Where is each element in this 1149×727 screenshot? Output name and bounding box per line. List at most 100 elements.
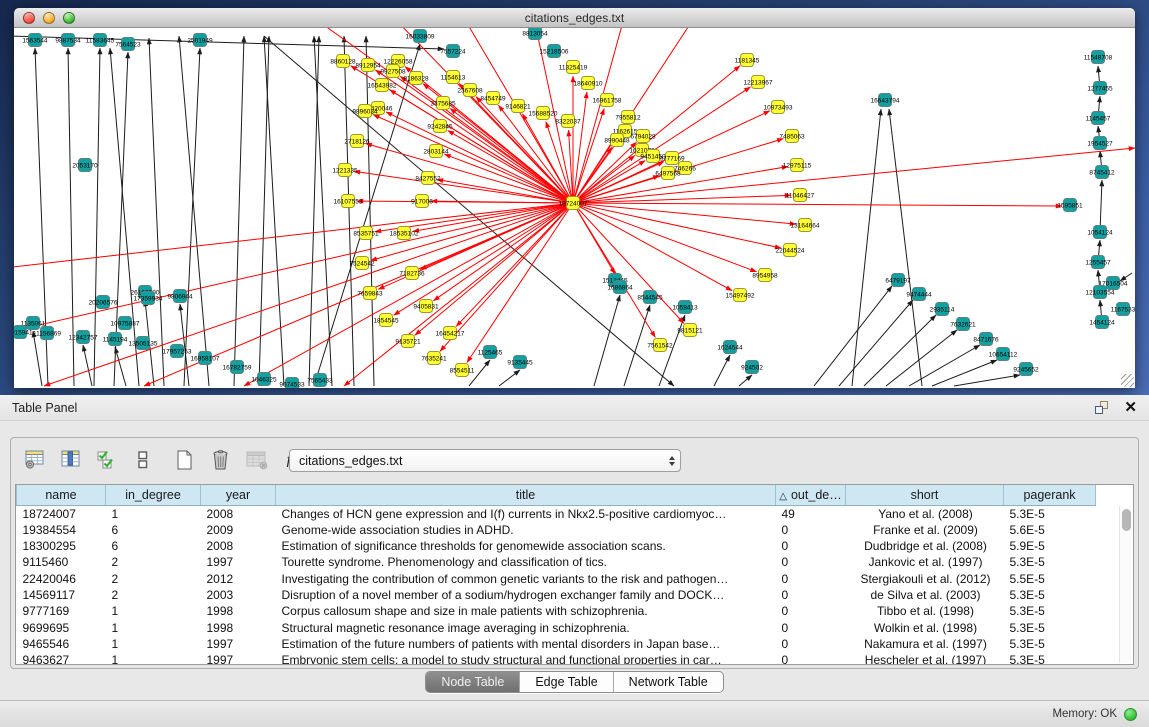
cell-in_degree: 1	[106, 603, 201, 619]
cell-pagerank: 5.3E-5	[1004, 620, 1096, 636]
zoom-window-button[interactable]	[63, 12, 75, 24]
cell-pagerank: 5.3E-5	[1004, 636, 1096, 652]
table-scrollbar-thumb[interactable]	[1122, 509, 1131, 531]
column-header-in_degree[interactable]: in_degree	[106, 485, 201, 505]
svg-text:8954958: 8954958	[752, 273, 778, 280]
table-row[interactable]: 1872400712008Changes of HCN gene express…	[17, 505, 1096, 522]
float-panel-icon[interactable]	[1094, 400, 1110, 416]
sort-ascending-icon: △	[779, 491, 787, 502]
delete-table-button[interactable]	[207, 446, 235, 474]
table-row[interactable]: 969969511998Structural magnetic resonanc…	[17, 620, 1096, 636]
cell-short: Nakamura et al. (1997)	[846, 636, 1004, 652]
svg-text:11583645: 11583645	[86, 38, 115, 45]
svg-text:8813054: 8813054	[522, 31, 548, 38]
network-canvas[interactable]: 8860128891295412226058992750816543982818…	[14, 28, 1135, 388]
close-panel-icon[interactable]: ✕	[1124, 401, 1137, 415]
table-row[interactable]: 911546021997Tourette syndrome. Phenomeno…	[17, 554, 1096, 570]
column-header-out_degree[interactable]: △out_de…	[776, 485, 846, 505]
table-row[interactable]: 1830029562008Estimation of significance …	[17, 538, 1096, 554]
svg-text:1181345: 1181345	[735, 58, 760, 65]
minimize-window-button[interactable]	[43, 12, 55, 24]
cell-in_degree: 1	[106, 620, 201, 636]
cell-out_degree: 0	[776, 554, 846, 570]
cell-title: Embryonic stem cells: a model to study s…	[276, 652, 776, 665]
table-scrollbar[interactable]	[1119, 506, 1132, 663]
svg-text:11325419: 11325419	[559, 65, 588, 72]
svg-text:7182736: 7182736	[399, 271, 425, 278]
svg-text:2501949: 2501949	[187, 38, 213, 45]
cell-out_degree: 0	[776, 571, 846, 587]
show-columns-icon	[60, 449, 82, 471]
cell-year: 2009	[201, 522, 276, 538]
resize-grip[interactable]	[1121, 374, 1134, 387]
cell-short: Jankovic et al. (1997)	[846, 554, 1004, 570]
cell-year: 2008	[201, 538, 276, 554]
network-window-titlebar[interactable]: citations_edges.txt	[14, 8, 1135, 28]
close-window-button[interactable]	[23, 12, 35, 24]
cell-title: Disruption of a novel member of a sodium…	[276, 587, 776, 603]
svg-text:924502: 924502	[741, 365, 763, 372]
table-row[interactable]: 2242004622012Investigating the contribut…	[17, 571, 1096, 587]
table-row[interactable]: 1938455462009Genome-wide association stu…	[17, 522, 1096, 538]
table-row[interactable]: 946362711997Embryonic stem cells: a mode…	[17, 652, 1096, 665]
column-header-year[interactable]: year	[201, 485, 276, 505]
cell-title: Estimation of the future numbers of pati…	[276, 636, 776, 652]
cell-pagerank: 5.3E-5	[1004, 652, 1096, 665]
svg-text:2935114: 2935114	[930, 307, 955, 314]
cell-in_degree: 1	[106, 636, 201, 652]
select-all-button[interactable]	[93, 446, 121, 474]
svg-text:6479197: 6479197	[885, 278, 911, 285]
network-window[interactable]: citations_edges.txt 88601288912954122260…	[14, 8, 1135, 388]
cell-title: Investigating the contribution of common…	[276, 571, 776, 587]
cell-pagerank: 5.3E-5	[1004, 505, 1096, 522]
svg-text:9815121: 9815121	[677, 328, 703, 335]
svg-text:9806944: 9806944	[167, 294, 193, 301]
svg-text:1595851: 1595851	[1057, 203, 1083, 210]
column-header-short[interactable]: short	[846, 485, 1004, 505]
column-header-pagerank[interactable]: pagerank	[1004, 485, 1096, 505]
network-graph[interactable]: 8860128891295412226058992750816543982818…	[14, 28, 1135, 388]
svg-text:22044524: 22044524	[776, 248, 805, 255]
column-header-title[interactable]: title	[276, 485, 776, 505]
delete-column-button[interactable]	[243, 446, 271, 474]
rows-button[interactable]	[129, 446, 157, 474]
show-columns-button[interactable]	[57, 446, 85, 474]
column-header-name[interactable]: name	[17, 485, 106, 505]
svg-text:10654112: 10654112	[989, 352, 1018, 359]
cell-in_degree: 6	[106, 522, 201, 538]
cell-title: Structural magnetic resonance image aver…	[276, 620, 776, 636]
cell-year: 1997	[201, 636, 276, 652]
svg-text:7632621: 7632621	[950, 322, 976, 329]
svg-text:1563544: 1563544	[22, 38, 48, 45]
svg-text:1686864: 1686864	[607, 285, 633, 292]
cell-in_degree: 2	[106, 571, 201, 587]
cell-title: Corpus callosum shape and size in male p…	[276, 603, 776, 619]
svg-text:1125465: 1125465	[478, 350, 503, 357]
cell-year: 1997	[201, 554, 276, 570]
svg-text:13505135: 13505135	[129, 341, 158, 348]
modify-table-button[interactable]	[21, 446, 49, 474]
svg-text:1046325: 1046325	[251, 377, 277, 384]
table-row[interactable]: 977716911998Corpus callosum shape and si…	[17, 603, 1096, 619]
svg-text:1277455: 1277455	[1087, 86, 1113, 93]
table-select-dropdown[interactable]: citations_edges.txt	[289, 449, 681, 472]
cell-year: 2003	[201, 587, 276, 603]
memory-ok-icon	[1124, 708, 1137, 721]
svg-text:8554511: 8554511	[450, 368, 475, 375]
cell-title: Estimation of significance thresholds fo…	[276, 538, 776, 554]
window-controls	[23, 12, 75, 24]
dropdown-stepper-icon	[669, 456, 675, 466]
cell-name: 14569117	[17, 587, 106, 603]
svg-text:12213967: 12213967	[744, 80, 773, 87]
table-row[interactable]: 946554611997Estimation of the future num…	[17, 636, 1096, 652]
cell-short: Wolkin et al. (1998)	[846, 620, 1004, 636]
rows-icon	[132, 449, 154, 471]
tab-edge-table[interactable]: Edge Table	[519, 672, 612, 692]
new-table-button[interactable]	[171, 446, 199, 474]
tab-node-table[interactable]: Node Table	[426, 672, 519, 692]
svg-text:8322037: 8322037	[555, 119, 581, 126]
tab-network-table[interactable]: Network Table	[613, 672, 723, 692]
svg-text:18535102: 18535102	[390, 231, 419, 238]
svg-text:18724007: 18724007	[559, 201, 588, 208]
table-row[interactable]: 1456911722003Disruption of a novel membe…	[17, 587, 1096, 603]
